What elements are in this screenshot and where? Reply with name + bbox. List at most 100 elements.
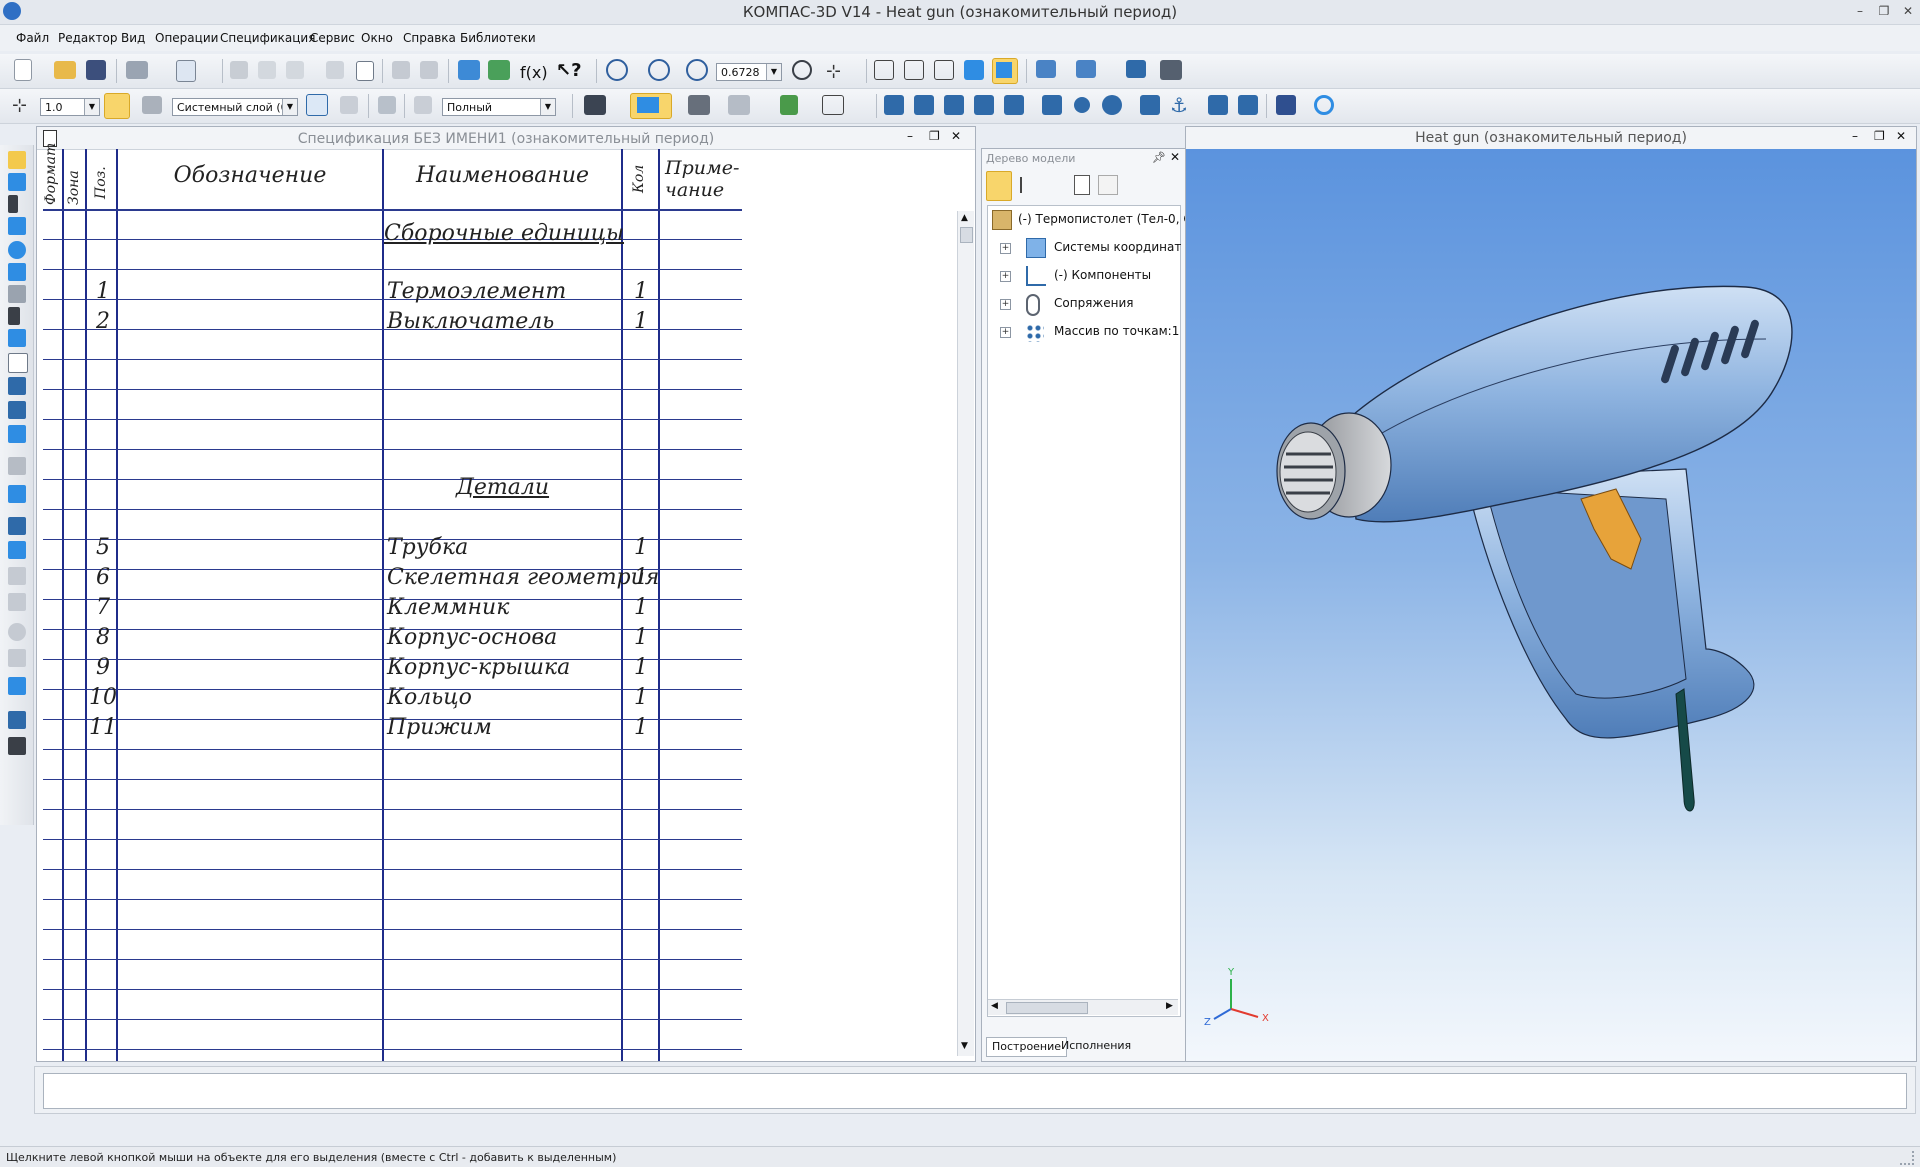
menu-file[interactable]: Файл (16, 31, 49, 45)
coordinate-system-icon[interactable]: ⊹ (12, 95, 36, 119)
print-icon[interactable] (126, 61, 148, 79)
manager-icon[interactable] (458, 60, 480, 80)
expand-icon[interactable]: + (1000, 327, 1011, 338)
step-combo[interactable]: 1.0 ▼ (40, 98, 100, 116)
reports-icon[interactable] (8, 377, 26, 395)
disabled-tool-4-icon[interactable] (8, 649, 26, 667)
tree-structure-icon[interactable] (1020, 177, 1042, 193)
chevron-down-icon[interactable]: ▼ (766, 64, 781, 80)
redo-icon[interactable] (420, 61, 438, 79)
close-icon[interactable]: ✕ (951, 129, 961, 143)
mates-icon[interactable] (8, 285, 26, 303)
menu-help[interactable]: Справка (403, 31, 456, 45)
hidden-thin-lines-icon[interactable] (934, 60, 954, 80)
help-pointer-icon[interactable]: ↖? (556, 60, 582, 81)
tree-relations-icon[interactable] (1098, 175, 1118, 195)
print-preview-icon[interactable] (176, 60, 196, 82)
menu-operations[interactable]: Операции (155, 31, 218, 45)
mass-properties-icon[interactable] (1160, 60, 1182, 80)
disabled-tool-2-icon[interactable] (8, 593, 26, 611)
diagnostics-icon[interactable] (8, 329, 26, 347)
hidden-lines-icon[interactable] (904, 60, 924, 80)
paste-icon[interactable] (286, 61, 304, 79)
disabled-tool-3-icon[interactable] (8, 623, 26, 641)
menu-window[interactable]: Окно (361, 31, 393, 45)
offset-plane-icon[interactable] (974, 95, 994, 115)
tree-item-point-array[interactable]: + Массив по точкам:1 (988, 322, 1179, 344)
anchor-icon[interactable]: ⚓ (1170, 93, 1194, 117)
minimize-icon[interactable]: – (907, 129, 913, 143)
pipeline-icon[interactable] (8, 425, 26, 443)
command-input[interactable] (43, 1073, 1907, 1109)
arrays-icon[interactable] (8, 241, 26, 259)
close-icon[interactable]: ✕ (1900, 3, 1916, 19)
close-icon[interactable]: ✕ (1170, 150, 1180, 164)
chevron-down-icon[interactable]: ▼ (540, 99, 555, 115)
tree-item-components[interactable]: + (-) Компоненты (988, 266, 1178, 288)
wireframe-icon[interactable] (874, 60, 894, 80)
menu-view[interactable]: Вид (121, 31, 145, 45)
minimize-icon[interactable]: – (1852, 3, 1868, 19)
restore-icon[interactable]: ❐ (1876, 3, 1892, 19)
local-cs-icon[interactable] (306, 94, 328, 116)
array-icon[interactable] (1140, 95, 1160, 115)
sheet-metal-icon[interactable] (8, 401, 26, 419)
menu-editor[interactable]: Редактор (58, 31, 117, 45)
place-component-icon[interactable] (728, 95, 750, 115)
layers-icon[interactable] (142, 96, 162, 114)
chevron-down-icon[interactable]: ▼ (282, 99, 297, 115)
pin-icon[interactable]: 📌︎ (1152, 151, 1166, 164)
disabled-tool-1-icon[interactable] (8, 567, 26, 585)
cut-icon[interactable] (230, 61, 248, 79)
vertical-scrollbar[interactable]: ▲ ▼ (957, 211, 974, 1056)
orientation-icon[interactable]: ⊹ (826, 61, 841, 82)
sphere-icon[interactable] (1102, 95, 1122, 115)
chevron-down-icon[interactable]: ▼ (84, 99, 99, 115)
tools-icon[interactable] (1276, 95, 1296, 115)
tree-options-icon[interactable] (1074, 175, 1090, 195)
layer-combo[interactable]: Системный слой (0) ▼ (172, 98, 298, 116)
plane-icon[interactable] (914, 95, 934, 115)
dimensions-tool-icon[interactable] (8, 307, 20, 325)
measure-tool-icon[interactable] (8, 517, 26, 535)
open-folder-icon[interactable] (54, 61, 76, 79)
scroll-left-icon[interactable]: ◀ (991, 1001, 998, 1011)
scroll-thumb[interactable] (1006, 1002, 1088, 1014)
edit-component-icon[interactable] (630, 93, 672, 119)
scroll-thumb[interactable] (960, 227, 973, 243)
dimensions-icon[interactable] (822, 95, 844, 115)
format-brush-icon[interactable] (326, 61, 344, 79)
tree-item-coordinate-systems[interactable]: + Системы координат (988, 238, 1181, 260)
restore-icon[interactable]: ❐ (1874, 129, 1885, 143)
scroll-down-icon[interactable]: ▼ (961, 1041, 968, 1051)
zoom-all-icon[interactable] (648, 59, 670, 81)
library-icon[interactable] (8, 677, 26, 695)
scroll-right-icon[interactable]: ▶ (1166, 1001, 1173, 1011)
expand-icon[interactable]: + (1000, 271, 1011, 282)
zoom-combo[interactable]: 0.6728 ▼ (716, 63, 782, 81)
tree-item-mates[interactable]: + Сопряжения (988, 294, 1178, 316)
refresh-view-icon[interactable] (792, 60, 812, 80)
filter-icon[interactable] (1036, 60, 1056, 78)
rebuild-icon[interactable] (1314, 95, 1334, 115)
battery-icon[interactable] (780, 95, 798, 115)
welding-icon[interactable] (8, 457, 26, 475)
specification-icon[interactable] (8, 353, 28, 373)
library-manager-icon[interactable] (488, 60, 510, 80)
scroll-up-icon[interactable]: ▲ (961, 213, 968, 223)
auxiliary-geometry-icon[interactable] (8, 263, 26, 281)
cone-icon[interactable] (1042, 95, 1062, 115)
properties-list-icon[interactable] (356, 61, 374, 81)
menu-libraries[interactable]: Библиотеки (460, 31, 536, 45)
axis-icon[interactable] (944, 95, 964, 115)
add-component-icon[interactable] (688, 95, 710, 115)
expand-icon[interactable]: + (1000, 299, 1011, 310)
solid-icon[interactable] (8, 173, 26, 191)
view-style-icon[interactable] (414, 96, 432, 114)
measure-icon[interactable] (1126, 60, 1146, 78)
style-combo[interactable]: Полный ▼ (442, 98, 556, 116)
copy-icon[interactable] (258, 61, 276, 79)
resize-grip-icon[interactable] (1900, 1151, 1914, 1165)
component-icon[interactable] (8, 541, 26, 559)
edit-assembly-icon[interactable] (8, 151, 26, 169)
